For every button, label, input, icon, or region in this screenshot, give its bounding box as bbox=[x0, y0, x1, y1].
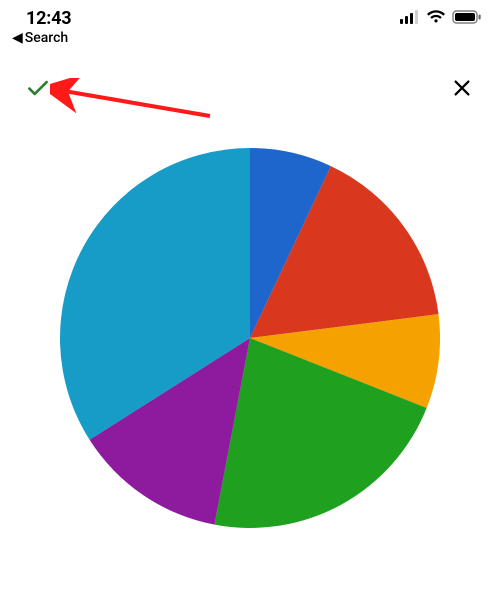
confirm-button[interactable] bbox=[22, 74, 54, 106]
action-bar bbox=[0, 46, 500, 116]
pie-chart bbox=[0, 148, 500, 528]
back-label: Search bbox=[25, 30, 68, 46]
wifi-icon bbox=[426, 9, 446, 28]
cellular-icon bbox=[400, 9, 420, 28]
status-time: 12:43 bbox=[26, 8, 71, 29]
close-icon bbox=[451, 77, 473, 103]
check-icon bbox=[25, 75, 51, 105]
back-to-search[interactable]: ◀ Search bbox=[0, 28, 500, 46]
status-bar: 12:43 bbox=[0, 0, 500, 28]
battery-icon bbox=[452, 9, 482, 28]
close-button[interactable] bbox=[446, 74, 478, 106]
status-icons bbox=[400, 9, 482, 28]
back-caret-icon: ◀ bbox=[12, 31, 23, 45]
